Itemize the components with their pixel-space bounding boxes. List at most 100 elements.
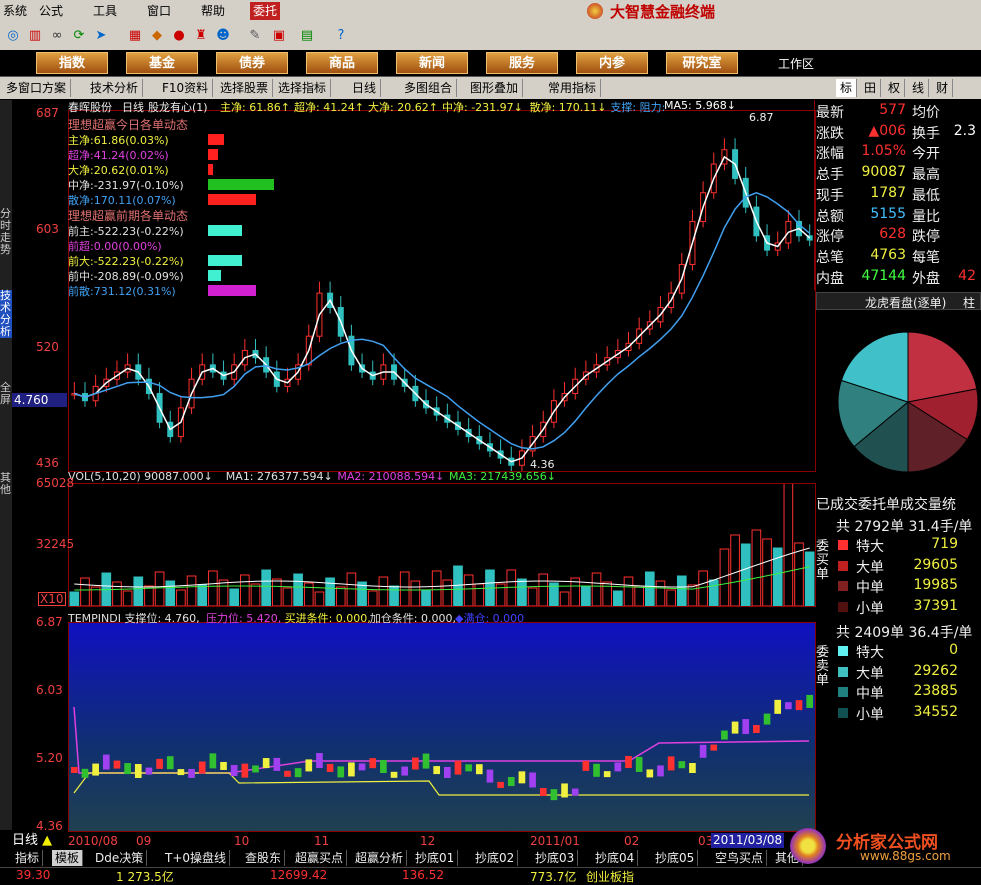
side-tab-3[interactable]: 其他 [0, 472, 12, 496]
pen-icon[interactable]: ✎ [246, 27, 264, 45]
grid-icon[interactable]: ▦ [126, 27, 144, 45]
volume-bar [314, 591, 325, 606]
side-tab-0[interactable]: 分时走势 [0, 208, 12, 256]
menu-1[interactable]: 公式 [36, 2, 66, 20]
formula-tab-7[interactable]: 抄底01 [412, 850, 459, 866]
formula-tab-12[interactable]: 空鸟买点 [712, 850, 768, 866]
quote-label: 总手 [816, 167, 844, 184]
volume-chart[interactable] [68, 483, 816, 607]
volume-bar [762, 538, 772, 606]
quote-tab-4[interactable]: 财 [932, 79, 954, 97]
menu-3[interactable]: 窗口 [144, 2, 174, 20]
volume-bar [676, 575, 687, 606]
diamond-icon[interactable]: ◆ [148, 27, 166, 45]
volume-bar [271, 578, 282, 606]
function-item-7[interactable]: 图形叠加 [466, 79, 524, 97]
function-item-4[interactable]: 选择指标 [274, 79, 332, 97]
window-icon[interactable]: ▣ [270, 27, 288, 45]
menu-4[interactable]: 帮助 [198, 2, 228, 20]
formula-tab-0[interactable]: 指标 [12, 850, 44, 866]
nav-button-3[interactable]: 商品 [306, 52, 378, 74]
quote-value: 1787 [870, 184, 906, 201]
arrow-icon[interactable]: ➤ [92, 27, 110, 45]
watermark: 分析家公式网 www.88gs.com [790, 826, 981, 868]
function-item-6[interactable]: 多图组合 [400, 79, 458, 97]
quote-row-2: 涨幅 1.05% 今开 [816, 143, 976, 163]
nav-button-0[interactable]: 指数 [36, 52, 108, 74]
eye-icon[interactable]: ◎ [4, 27, 22, 45]
ind-header-item-3: 加仓条件: 0.000, [369, 612, 456, 625]
side-tab-2[interactable]: 全屏 [0, 382, 12, 406]
function-item-2[interactable]: F10资料 [158, 79, 214, 97]
circle-icon[interactable]: ● [170, 27, 188, 45]
volume-bar [410, 580, 421, 606]
volume-bar [644, 571, 655, 606]
help-cursor-icon[interactable]: ? [332, 27, 350, 45]
quote-value: ▲006 [868, 122, 907, 139]
formula-tab-3[interactable]: T+0操盘线 [162, 850, 231, 866]
nav-button-4[interactable]: 新闻 [396, 52, 468, 74]
signal-bar [262, 758, 270, 769]
side-tab-1[interactable]: 技术分析 [0, 290, 12, 338]
function-item-1[interactable]: 技术分析 [86, 79, 144, 97]
function-item-0[interactable]: 多窗口方案 [2, 79, 72, 97]
quote-tab-2[interactable]: 权 [884, 79, 906, 97]
menu-2[interactable]: 工具 [90, 2, 120, 20]
bank-icon[interactable]: ♜ [192, 27, 210, 45]
orders-side-1: 委卖单 [816, 645, 830, 688]
formula-tab-1[interactable]: 模板 [52, 850, 84, 866]
status-item-2: 12699.42 [270, 868, 328, 882]
indicator-name: 股龙有心(1) [148, 101, 208, 113]
function-item-8[interactable]: 常用指标 [544, 79, 602, 97]
panel-bar-3 [208, 179, 274, 190]
orders-swatch-0-0 [838, 540, 848, 550]
formula-tab-8[interactable]: 抄底02 [472, 850, 519, 866]
period-button[interactable]: 日线 ▲ [12, 833, 68, 848]
quote-tab-3[interactable]: 线 [908, 79, 930, 97]
status-item-5: 创业板指 [586, 870, 635, 884]
formula-tab-6[interactable]: 超赢分析 [352, 850, 408, 866]
binoculars-icon[interactable]: ∞ [48, 27, 66, 45]
main-header-item-1: 超净: 41.24↑ [294, 101, 364, 113]
menu-0[interactable]: 系统 [0, 2, 30, 20]
formula-tab-2[interactable]: Dde决策 [92, 850, 148, 866]
formula-tab-11[interactable]: 抄底05 [652, 850, 699, 866]
status-bar: 39.30 1 273.5亿 12699.42 136.52 773.7亿 创业板指 [0, 867, 981, 884]
volume-bar [517, 578, 527, 606]
books-icon[interactable]: ▤ [298, 27, 316, 45]
quote-label: 现手 [816, 187, 844, 204]
formula-tab-4[interactable]: 查股东 [242, 850, 286, 866]
function-item-3[interactable]: 选择股票 [216, 79, 274, 97]
vol-axis-label-1: 32245 [36, 537, 75, 551]
dragon-title[interactable]: 龙虎看盘(逐单) [865, 294, 946, 311]
volume-bar [698, 570, 708, 606]
volume-bar [133, 576, 144, 606]
status-item-3: 136.52 [402, 868, 444, 882]
volume-bar [282, 587, 293, 606]
main-header-item-3: 中净: -231.97↓ [442, 101, 523, 113]
function-item-5[interactable]: 日线 [348, 79, 382, 97]
signal-bar [166, 756, 174, 770]
workspace-label[interactable]: 工作区 [778, 55, 814, 72]
formula-tab-10[interactable]: 抄底04 [592, 850, 639, 866]
people-icon[interactable]: ☻ [214, 27, 232, 45]
signal-bar [721, 730, 728, 740]
nav-button-6[interactable]: 内参 [576, 52, 648, 74]
quote-label2: 外盘 [912, 270, 940, 287]
nav-button-2[interactable]: 债券 [216, 52, 288, 74]
nav-button-7[interactable]: 研究室 [666, 52, 738, 74]
chart-bars-icon[interactable]: ▥ [26, 27, 44, 45]
refresh-icon[interactable]: ⟳ [70, 27, 88, 45]
indicator-chart[interactable] [68, 622, 816, 832]
signal-bar [92, 763, 99, 776]
formula-tab-5[interactable]: 超赢买点 [292, 850, 348, 866]
nav-button-5[interactable]: 服务 [486, 52, 558, 74]
menu-5[interactable]: 委托 [250, 2, 281, 20]
formula-tab-9[interactable]: 抄底03 [532, 850, 579, 866]
quote-tab-0[interactable]: 标 [836, 79, 858, 97]
dragon-tab2[interactable]: 柱 [963, 294, 975, 311]
nav-button-1[interactable]: 基金 [126, 52, 198, 74]
quote-tab-1[interactable]: 田 [860, 79, 882, 97]
volume-bar [527, 587, 538, 606]
quote-row-6: 涨停 628 跌停 [816, 226, 976, 246]
